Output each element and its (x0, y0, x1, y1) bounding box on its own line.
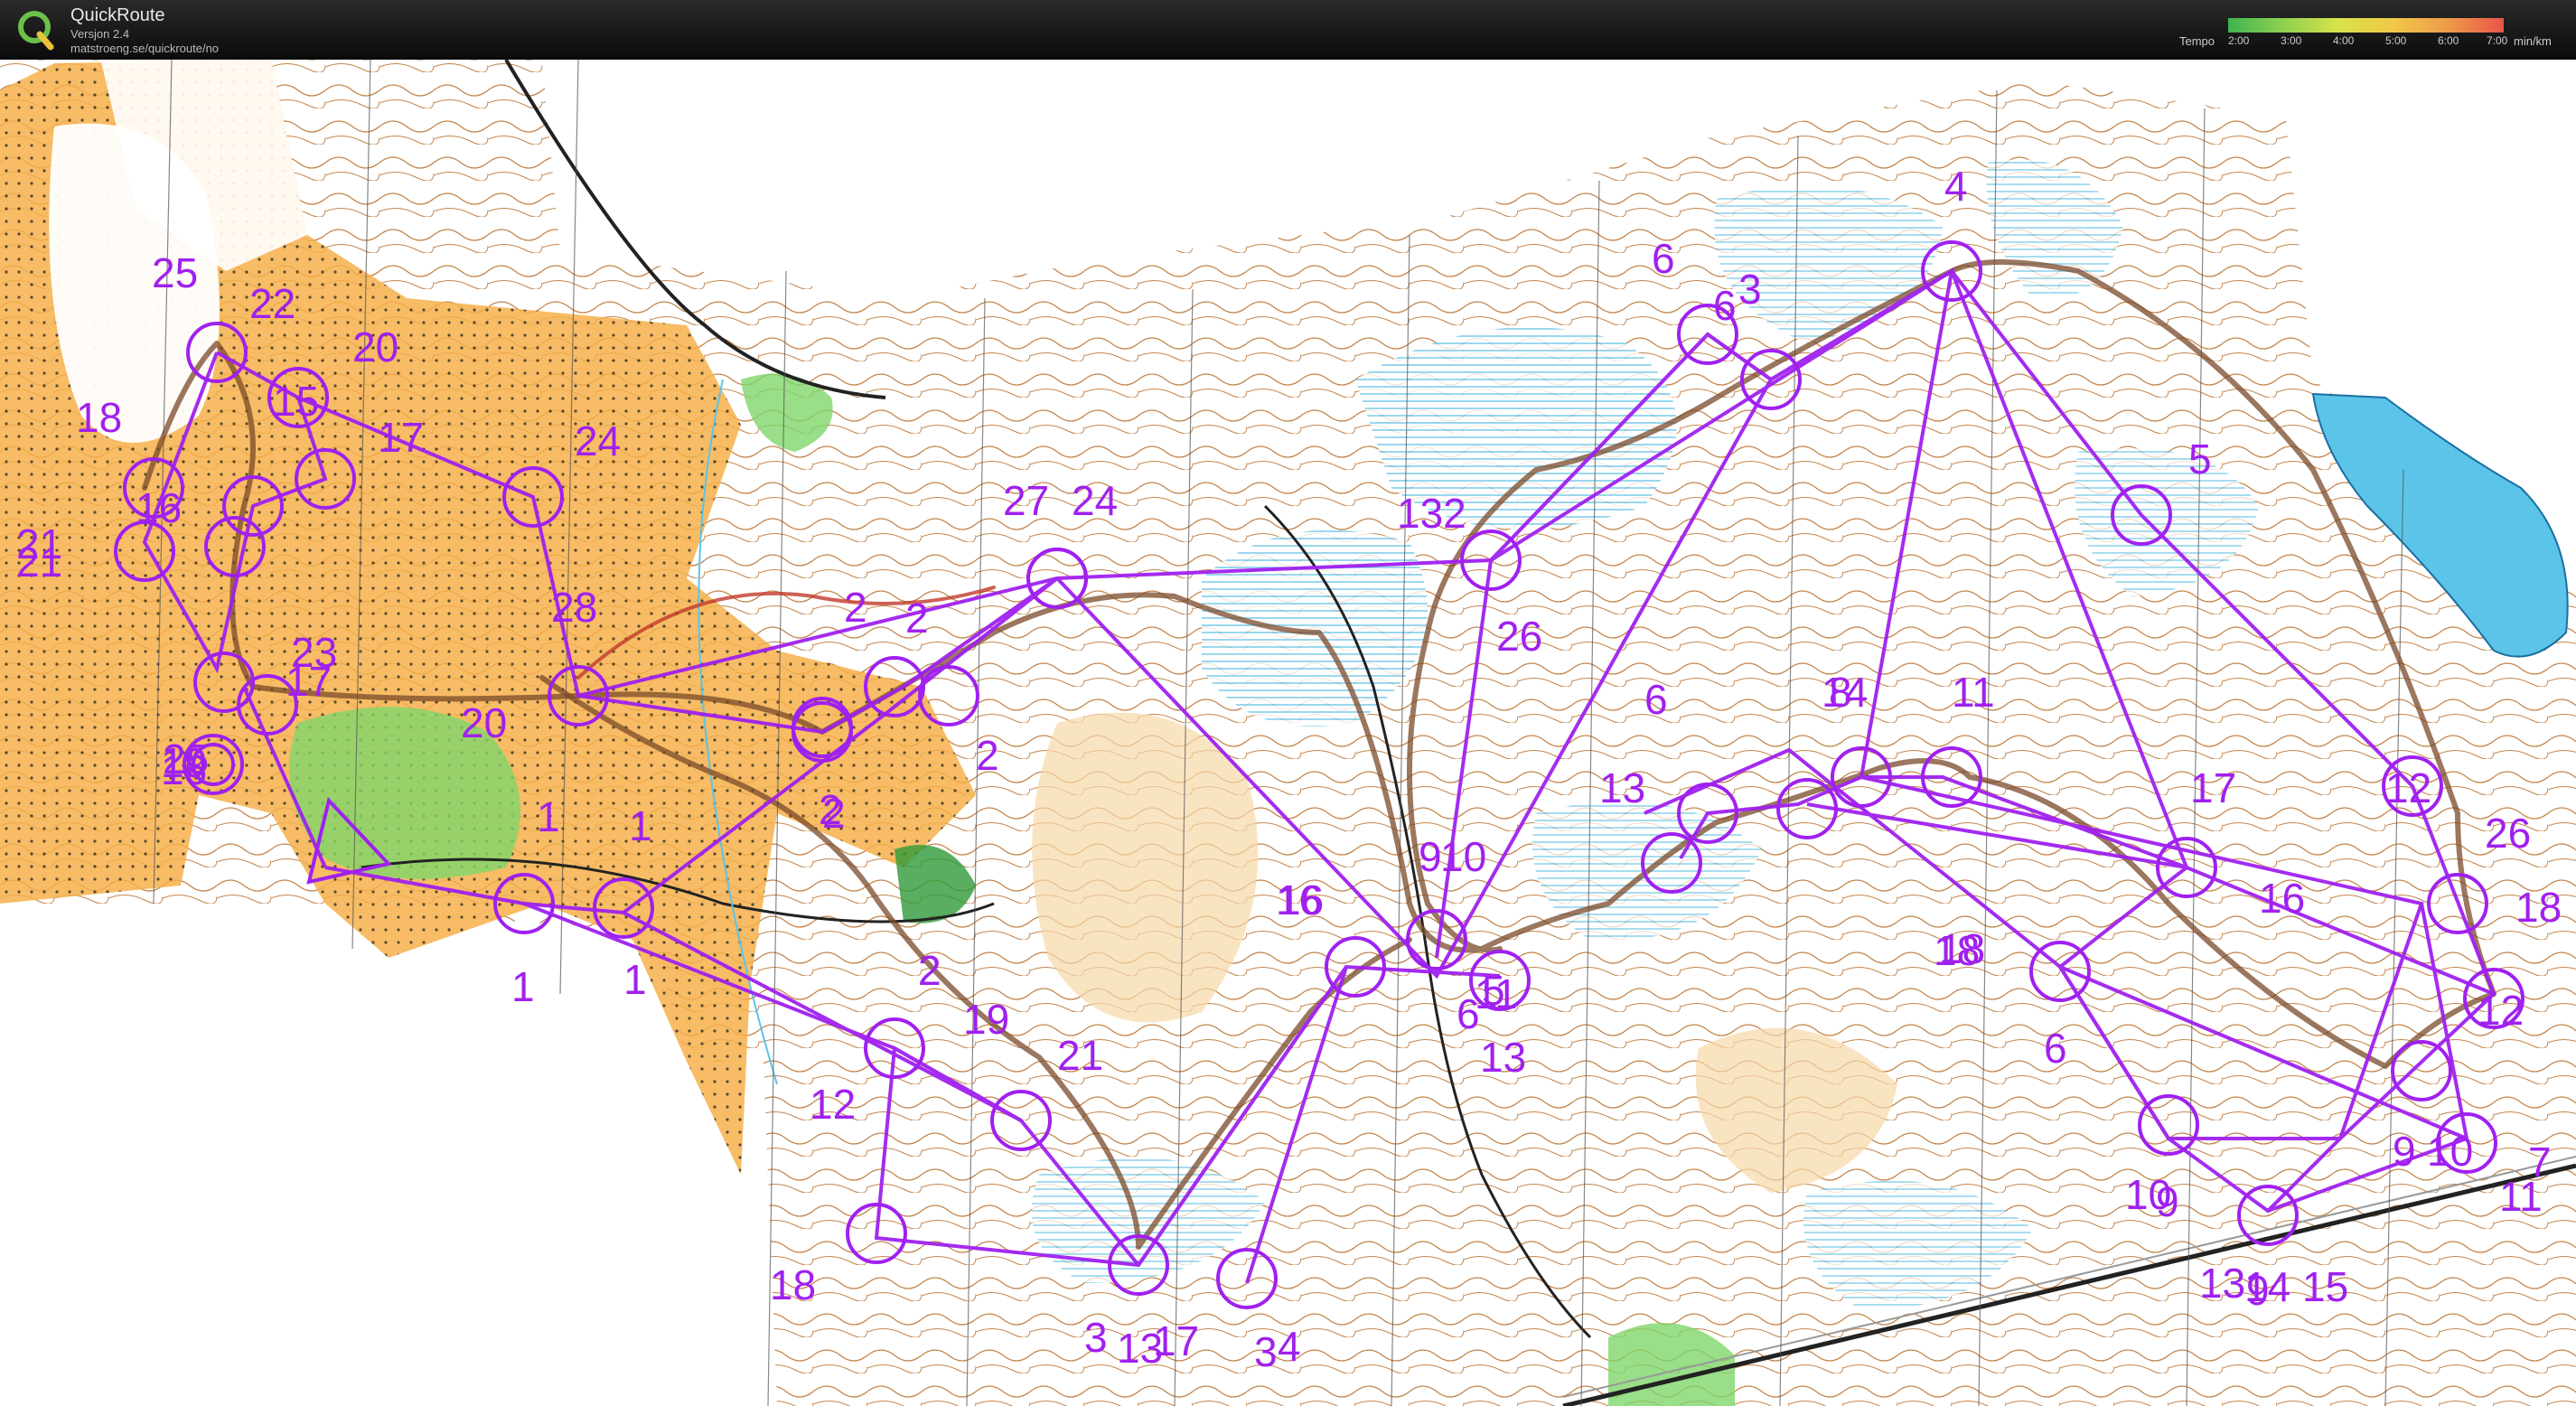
control-label: 2 (918, 947, 941, 994)
control-label: 13 (1480, 1034, 1526, 1081)
control-label: 11 (1952, 669, 1995, 716)
control-label: 20 (461, 699, 507, 746)
control-label: 10 (2427, 1128, 2473, 1175)
control-label: 10 (1440, 833, 1486, 880)
top-bar: QuickRoute Versjon 2.4 matstroeng.se/qui… (0, 0, 2576, 60)
control-label: 2 (822, 790, 846, 837)
control-label: 22 (249, 280, 295, 327)
control-label: 16 (136, 484, 182, 531)
control-label: 24 (575, 417, 621, 464)
orienteering-map[interactable]: 25 22 20 18 15 17 24 21 21 23 25 28 16 2… (0, 60, 2576, 1406)
map-terrain (0, 60, 2576, 1406)
control-label: 4 (1278, 1323, 1301, 1370)
control-label: 9 (1419, 833, 1442, 880)
control-label: 17 (2190, 764, 2236, 811)
control-label: 1 (629, 802, 652, 849)
control-label: 2 (905, 595, 929, 642)
control-label: 15 (2302, 1263, 2348, 1310)
control-label: 21 (1057, 1032, 1103, 1079)
control-label: 8 (1829, 669, 1852, 716)
tempo-tick: 2:00 (2228, 34, 2250, 47)
control-label: 12 (2385, 764, 2431, 811)
control-label: 19 (161, 739, 207, 786)
control-label: 132 (1397, 490, 1466, 537)
control-label: 26 (2485, 810, 2531, 857)
tempo-ticks: 2:00 3:00 4:00 5:00 6:00 7:00 (2228, 34, 2508, 47)
control-label: 11 (2499, 1173, 2543, 1220)
control-label: 17 (1153, 1317, 1199, 1364)
app-url[interactable]: matstroeng.se/quickroute/no (70, 42, 219, 55)
control-label: 16 (1276, 876, 1322, 923)
control-label: 18 (770, 1261, 816, 1308)
tempo-unit: min/km (2514, 34, 2552, 48)
tempo-tick: 7:00 (2487, 34, 2508, 47)
control-label: 19 (963, 996, 1009, 1043)
control-label: 17 (286, 658, 332, 705)
control-label: 21 (16, 539, 62, 586)
control-label: 5 (1482, 967, 1505, 1014)
tempo-tick: 4:00 (2333, 34, 2355, 47)
app-title: QuickRoute (70, 5, 165, 25)
control-label: 15 (273, 378, 319, 425)
control-label: 1 (537, 793, 560, 840)
control-label: 6 (1713, 282, 1737, 329)
control-label: 12 (810, 1081, 856, 1128)
control-label: 3 (1254, 1328, 1278, 1375)
control-label: 1 (623, 956, 647, 1003)
control-label: 20 (352, 323, 398, 370)
app-version: Versjon 2.4 (70, 27, 130, 41)
control-label: 13 (1599, 764, 1645, 811)
control-label: 18 (2515, 884, 2562, 931)
control-label: 18 (76, 394, 122, 441)
control-label: 1 (511, 963, 535, 1010)
control-label: 28 (551, 584, 597, 631)
control-label: 6 (1644, 676, 1668, 723)
control-label: 25 (152, 249, 198, 296)
control-label: 6 (1652, 235, 1675, 282)
control-label: 2 (976, 732, 999, 779)
control-label: 6 (1457, 990, 1480, 1037)
control-label: 10 (2125, 1171, 2171, 1218)
control-label: 5 (2188, 436, 2212, 483)
control-label: 16 (2259, 875, 2305, 922)
control-label: 3 (1084, 1314, 1108, 1361)
control-label: 3 (1738, 266, 1762, 313)
control-label: 26 (1496, 613, 1542, 660)
tempo-tick: 5:00 (2385, 34, 2407, 47)
control-label: 13 (2199, 1260, 2245, 1307)
tempo-tick: 6:00 (2438, 34, 2459, 47)
control-label: 24 (1072, 477, 1118, 524)
control-label: 4 (1944, 163, 1968, 210)
control-label: 2 (844, 584, 867, 631)
quickroute-logo-icon (18, 11, 54, 51)
control-label: 9 (2246, 1267, 2270, 1314)
control-label: 6 (2044, 1025, 2067, 1072)
control-label: 27 (1003, 477, 1049, 524)
control-label: 12 (2478, 987, 2524, 1034)
tempo-tick: 3:00 (2281, 34, 2302, 47)
control-label: 18 (1934, 927, 1980, 974)
control-label: 9 (2393, 1128, 2416, 1175)
control-label: 17 (378, 414, 424, 461)
tempo-color-bar (2228, 18, 2504, 33)
tempo-label: Tempo (2179, 34, 2215, 48)
